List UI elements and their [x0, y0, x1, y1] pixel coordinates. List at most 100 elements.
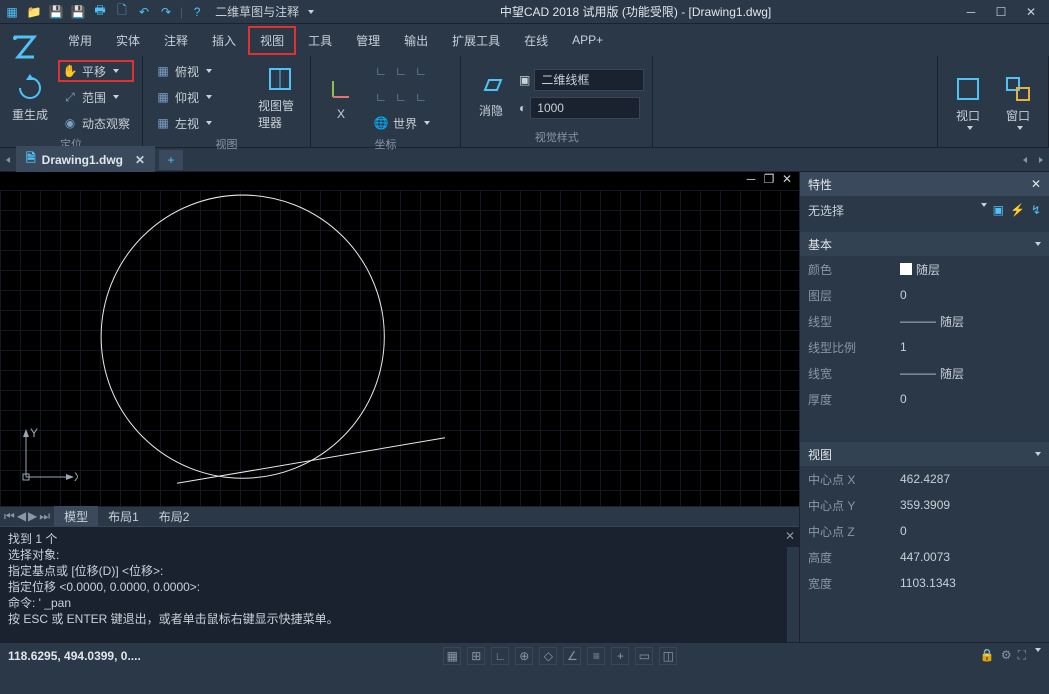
cycle-toggle[interactable]: ◫: [659, 647, 677, 665]
save-icon[interactable]: 💾: [48, 4, 64, 20]
add-document-tab[interactable]: +: [159, 150, 183, 170]
property-row[interactable]: 线型———随层: [800, 308, 1049, 334]
osnap-toggle[interactable]: ◇: [539, 647, 557, 665]
property-row[interactable]: 高度447.0073: [800, 544, 1049, 570]
ucs-tool-1[interactable]: ∟∟∟: [369, 60, 434, 82]
pan-button[interactable]: ✋ 平移: [58, 60, 134, 82]
menu-item-8[interactable]: 扩展工具: [440, 26, 512, 55]
property-row[interactable]: 厚度0: [800, 386, 1049, 412]
menu-item-7[interactable]: 输出: [392, 26, 440, 55]
snap-toggle[interactable]: ⊞: [467, 647, 485, 665]
viewport-button[interactable]: 视口: [946, 60, 990, 143]
menu-item-2[interactable]: 注释: [152, 26, 200, 55]
workspace-dropdown[interactable]: 二维草图与注释: [215, 3, 299, 20]
property-value[interactable]: 359.3909: [900, 498, 1049, 512]
property-row[interactable]: 线宽———随层: [800, 360, 1049, 386]
menu-item-4[interactable]: 视图: [248, 26, 296, 55]
section-view-header[interactable]: 视图: [800, 442, 1049, 466]
menu-item-10[interactable]: APP+: [560, 27, 615, 53]
workspace-switch-icon[interactable]: ⚙: [1001, 648, 1012, 663]
layout-tab-1[interactable]: 布局1: [98, 506, 149, 527]
property-row[interactable]: 中心点 Z0: [800, 518, 1049, 544]
property-value[interactable]: 0: [900, 288, 1049, 302]
document-tab-active[interactable]: 🗎 Drawing1.dwg ✕: [16, 146, 155, 173]
property-value[interactable]: ———随层: [900, 313, 1049, 330]
plot-icon[interactable]: 🖶: [92, 4, 108, 20]
menu-item-9[interactable]: 在线: [512, 26, 560, 55]
lweight-toggle[interactable]: ≡: [587, 647, 605, 665]
property-value[interactable]: 1: [900, 340, 1049, 354]
property-row[interactable]: 中心点 X462.4287: [800, 466, 1049, 492]
property-value[interactable]: 447.0073: [900, 550, 1049, 564]
chevron-down-icon[interactable]: [981, 203, 987, 217]
property-row[interactable]: 宽度1103.1343: [800, 570, 1049, 596]
otrack-toggle[interactable]: ∠: [563, 647, 581, 665]
plot-preview-icon[interactable]: 🗋: [114, 4, 130, 20]
annotation-scale-icon[interactable]: 🔒: [980, 648, 995, 663]
canvas-minimize-button[interactable]: ─: [743, 172, 759, 186]
property-row[interactable]: 中心点 Y359.3909: [800, 492, 1049, 518]
cmd-scrollbar[interactable]: [787, 547, 799, 642]
canvas-restore-button[interactable]: ❐: [761, 172, 777, 186]
ucs-button[interactable]: X: [319, 60, 363, 134]
minimize-button[interactable]: ─: [957, 2, 985, 22]
property-value[interactable]: 0: [900, 524, 1049, 538]
cmd-close-icon[interactable]: ✕: [785, 529, 795, 543]
quick-select-icon[interactable]: ⚡: [1010, 203, 1025, 217]
save-as-icon[interactable]: 💾: [70, 4, 86, 20]
property-value[interactable]: 1103.1343: [900, 576, 1049, 590]
property-value[interactable]: 462.4287: [900, 472, 1049, 486]
ucs-tool-2[interactable]: ∟∟∟: [369, 86, 434, 108]
model-toggle[interactable]: ▭: [635, 647, 653, 665]
open-icon[interactable]: 📁: [26, 4, 42, 20]
section-basic-header[interactable]: 基本: [800, 232, 1049, 256]
tab-scroll-left[interactable]: [0, 148, 16, 172]
canvas-close-button[interactable]: ✕: [779, 172, 795, 186]
view-manager-button[interactable]: 视图管理器: [258, 60, 302, 134]
app-menu-icon[interactable]: ▦: [4, 4, 20, 20]
regenerate-button[interactable]: 重生成: [8, 60, 52, 134]
drawing-canvas[interactable]: Y X: [0, 190, 799, 506]
layout-tab-2[interactable]: 布局2: [149, 506, 200, 527]
command-line[interactable]: ✕ 找到 1 个选择对象:指定基点或 [位移(D)] <位移>:指定位移 <0.…: [0, 526, 799, 642]
window-tile-button[interactable]: 窗口: [996, 60, 1040, 143]
left-view-button[interactable]: ▦ 左视: [151, 112, 216, 134]
panel-scroll-left[interactable]: [1017, 148, 1033, 172]
property-row[interactable]: 图层0: [800, 282, 1049, 308]
help-icon[interactable]: ?: [189, 4, 205, 20]
redo-icon[interactable]: ↷: [158, 4, 174, 20]
layout-tab-0[interactable]: 模型: [54, 506, 98, 527]
extent-button[interactable]: ⤢ 范围: [58, 86, 134, 108]
chevron-down-icon[interactable]: [1035, 648, 1041, 663]
ortho-toggle[interactable]: ∟: [491, 647, 509, 665]
menu-item-1[interactable]: 实体: [104, 26, 152, 55]
properties-close-icon[interactable]: ✕: [1031, 177, 1041, 191]
toggle-pickadd-icon[interactable]: ↯: [1031, 203, 1041, 217]
undo-icon[interactable]: ↶: [136, 4, 152, 20]
close-button[interactable]: ✕: [1017, 2, 1045, 22]
layout-tab-arrows[interactable]: ⏮◀▶⏭: [0, 509, 54, 524]
menu-item-0[interactable]: 常用: [56, 26, 104, 55]
top-view-button[interactable]: ▦ 俯视: [151, 60, 216, 82]
grid-toggle[interactable]: ▦: [443, 647, 461, 665]
orbit-button[interactable]: ◉ 动态观察: [58, 112, 134, 134]
property-value[interactable]: 随层: [900, 261, 1049, 278]
hide-button[interactable]: 消隐: [469, 60, 513, 127]
maximize-button[interactable]: ☐: [987, 2, 1015, 22]
fullscreen-icon[interactable]: ⛶: [1018, 648, 1026, 663]
cursor-coordinates[interactable]: 118.6295, 494.0399, 0....: [8, 649, 141, 663]
visual-style-combo[interactable]: [534, 69, 644, 91]
property-value[interactable]: 0: [900, 392, 1049, 406]
world-ucs-button[interactable]: 🌐 世界: [369, 112, 434, 134]
property-value[interactable]: ———随层: [900, 365, 1049, 382]
polar-toggle[interactable]: ⊕: [515, 647, 533, 665]
property-row[interactable]: 线型比例1: [800, 334, 1049, 360]
close-tab-icon[interactable]: ✕: [135, 153, 145, 167]
panel-scroll-right[interactable]: [1033, 148, 1049, 172]
menu-item-3[interactable]: 插入: [200, 26, 248, 55]
bottom-view-button[interactable]: ▦ 仰视: [151, 86, 216, 108]
dyn-toggle[interactable]: +: [611, 647, 629, 665]
menu-item-5[interactable]: 工具: [296, 26, 344, 55]
select-objects-icon[interactable]: ▣: [993, 203, 1004, 217]
facet-res-combo[interactable]: [530, 97, 640, 119]
